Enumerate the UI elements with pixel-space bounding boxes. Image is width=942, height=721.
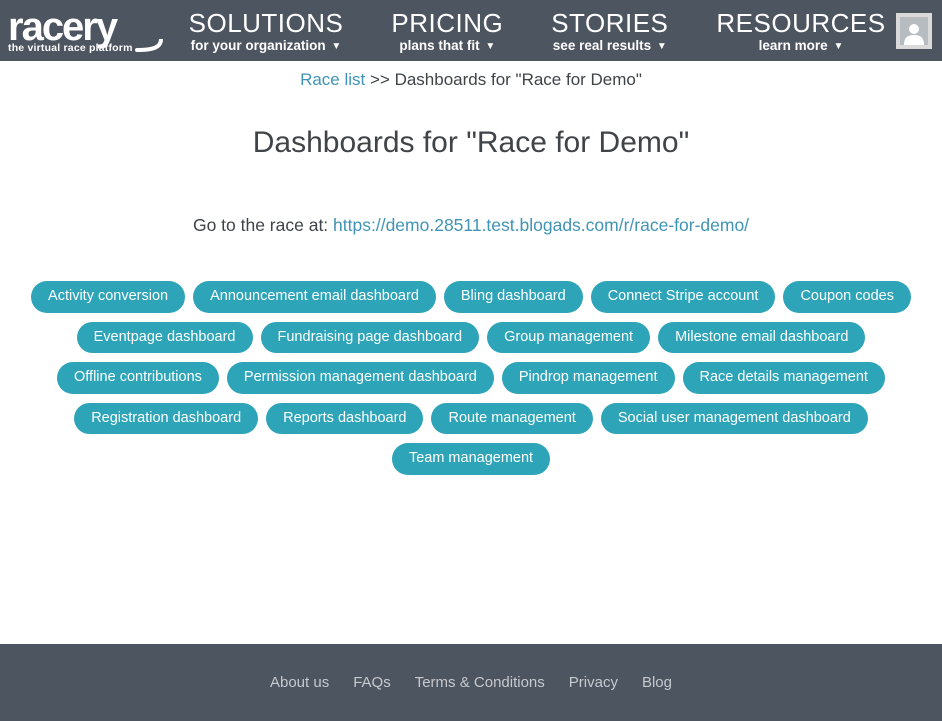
team-management-button[interactable]: Team management <box>392 443 550 475</box>
breadcrumb: Race list >> Dashboards for "Race for De… <box>0 70 942 90</box>
nav-item-label: PRICING <box>391 9 503 37</box>
chevron-down-icon: ▼ <box>833 41 843 52</box>
race-url-line: Go to the race at: https://demo.28511.te… <box>0 215 942 236</box>
racery-logo[interactable]: racery the virtual race platform <box>8 7 163 54</box>
announcement-email-dashboard-button[interactable]: Announcement email dashboard <box>193 281 436 313</box>
connect-stripe-account-button[interactable]: Connect Stripe account <box>591 281 776 313</box>
route-management-button[interactable]: Route management <box>431 403 592 435</box>
dashboard-button-row: Eventpage dashboardFundraising page dash… <box>0 322 942 354</box>
footer-link-blog[interactable]: Blog <box>642 674 672 691</box>
dashboard-button-row: Team management <box>0 443 942 475</box>
footer-link-faqs[interactable]: FAQs <box>353 674 391 691</box>
chevron-down-icon: ▼ <box>657 41 667 52</box>
user-account-button[interactable] <box>896 13 932 49</box>
nav-item-stories[interactable]: STORIESsee real results ▼ <box>551 9 668 53</box>
chevron-down-icon: ▼ <box>331 41 341 52</box>
race-url-link[interactable]: https://demo.28511.test.blogads.com/r/ra… <box>333 215 749 235</box>
milestone-email-dashboard-button[interactable]: Milestone email dashboard <box>658 322 865 354</box>
dashboard-button-row: Offline contributionsPermission manageme… <box>0 362 942 394</box>
nav-item-sublabel: plans that fit ▼ <box>391 38 503 53</box>
nav-item-label: STORIES <box>551 9 668 37</box>
footer-link-privacy[interactable]: Privacy <box>569 674 618 691</box>
breadcrumb-current: Dashboards for "Race for Demo" <box>395 70 642 89</box>
permission-management-dashboard-button[interactable]: Permission management dashboard <box>227 362 494 394</box>
breadcrumb-separator: >> <box>370 70 390 89</box>
fundraising-page-dashboard-button[interactable]: Fundraising page dashboard <box>261 322 480 354</box>
nav-item-sublabel: learn more ▼ <box>716 38 885 53</box>
user-avatar-icon <box>904 21 924 45</box>
group-management-button[interactable]: Group management <box>487 322 650 354</box>
offline-contributions-button[interactable]: Offline contributions <box>57 362 219 394</box>
logo-swoosh-icon <box>135 39 163 53</box>
eventpage-dashboard-button[interactable]: Eventpage dashboard <box>77 322 253 354</box>
nav-menu: SOLUTIONSfor your organization ▼ PRICINGp… <box>189 9 886 53</box>
footer: About us FAQs Terms & Conditions Privacy Blo… <box>0 644 942 721</box>
breadcrumb-race-list-link[interactable]: Race list <box>300 70 365 89</box>
race-url-label: Go to the race at: <box>193 215 328 235</box>
social-user-management-dashboard-button[interactable]: Social user management dashboard <box>601 403 868 435</box>
registration-dashboard-button[interactable]: Registration dashboard <box>74 403 258 435</box>
activity-conversion-button[interactable]: Activity conversion <box>31 281 185 313</box>
footer-link-terms-conditions[interactable]: Terms & Conditions <box>415 674 545 691</box>
logo-tagline: the virtual race platform <box>8 42 133 54</box>
nav-item-label: RESOURCES <box>716 9 885 37</box>
pindrop-management-button[interactable]: Pindrop management <box>502 362 675 394</box>
nav-item-label: SOLUTIONS <box>189 9 344 37</box>
nav-item-resources[interactable]: RESOURCESlearn more ▼ <box>716 9 885 53</box>
nav-item-sublabel: see real results ▼ <box>551 38 668 53</box>
chevron-down-icon: ▼ <box>485 41 495 52</box>
nav-item-sublabel: for your organization ▼ <box>189 38 344 53</box>
nav-item-pricing[interactable]: PRICINGplans that fit ▼ <box>391 9 503 53</box>
race-details-management-button[interactable]: Race details management <box>683 362 885 394</box>
dashboard-button-row: Registration dashboardReports dashboardR… <box>0 403 942 435</box>
page-title: Dashboards for "Race for Demo" <box>0 126 942 160</box>
nav-item-solutions[interactable]: SOLUTIONSfor your organization ▼ <box>189 9 344 53</box>
dashboard-button-row: Activity conversionAnnouncement email da… <box>0 281 942 313</box>
bling-dashboard-button[interactable]: Bling dashboard <box>444 281 583 313</box>
reports-dashboard-button[interactable]: Reports dashboard <box>266 403 423 435</box>
top-navbar: racery the virtual race platform SOLUTIO… <box>0 0 942 61</box>
coupon-codes-button[interactable]: Coupon codes <box>783 281 911 313</box>
footer-link-about-us[interactable]: About us <box>270 674 329 691</box>
dashboard-buttons: Activity conversionAnnouncement email da… <box>0 281 942 475</box>
